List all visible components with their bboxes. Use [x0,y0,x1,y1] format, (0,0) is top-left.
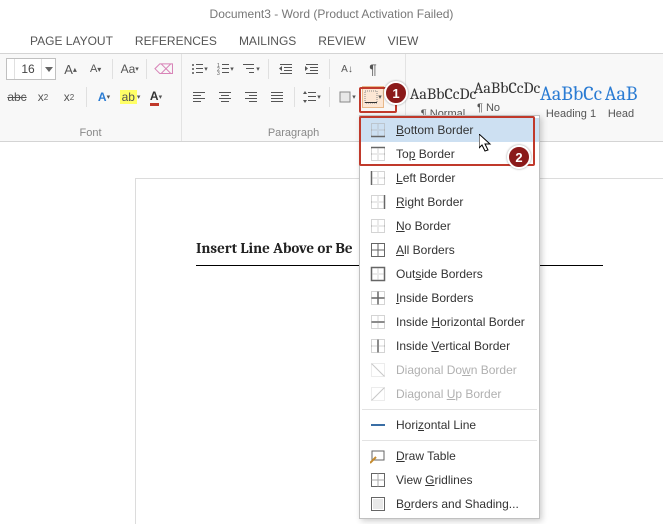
menu-item-shading[interactable]: Borders and Shading... [360,492,539,516]
style-heading-clipped[interactable]: AaB Head [604,58,638,141]
align-center-icon[interactable] [214,86,236,108]
menu-item-draw[interactable]: Draw Table [360,444,539,468]
menu-item-label: Diagonal Down Border [396,363,517,377]
sort-icon[interactable]: A↓ [336,58,358,80]
tab-mailings[interactable]: MAILINGS [239,34,296,48]
clear-formatting-icon[interactable]: ⌫ [153,58,175,80]
decrease-indent-icon[interactable] [275,58,297,80]
line-spacing-icon[interactable]: ▾ [301,86,323,108]
menu-item-gridlines[interactable]: View Gridlines [360,468,539,492]
menu-item-label: Outside Borders [396,267,483,281]
menu-item-diagdown: Diagonal Down Border [360,358,539,382]
border-inside-icon [370,290,386,306]
tab-review[interactable]: REVIEW [318,34,365,48]
align-right-icon[interactable] [240,86,262,108]
menu-item-label: Horizontal Line [396,418,476,432]
font-size-value: 16 [15,62,41,76]
align-left-icon[interactable] [188,86,210,108]
font-color-icon[interactable]: A▾ [145,86,167,108]
tab-page-layout[interactable]: PAGE LAYOUT [30,34,113,48]
menu-item-insideh[interactable]: Inside Horizontal Border [360,310,539,334]
menu-item-label: Left Border [396,171,455,185]
menu-item-label: Inside Vertical Border [396,339,510,353]
menu-item-label: Borders and Shading... [396,497,519,511]
border-top-icon [370,146,386,162]
border-inside-h-icon [370,314,386,330]
menu-item-all[interactable]: All Borders [360,238,539,262]
draw-table-icon [370,448,386,464]
ribbon-tabs: PAGE LAYOUT REFERENCES MAILINGS REVIEW V… [0,28,663,54]
gridlines-icon [370,472,386,488]
menu-item-label: View Gridlines [396,473,473,487]
title-bar: Document3 - Word (Product Activation Fai… [0,0,663,28]
menu-item-top[interactable]: Top Border [360,142,539,166]
border-bottom-icon [370,122,386,138]
menu-item-right[interactable]: Right Border [360,190,539,214]
increase-indent-icon[interactable] [301,58,323,80]
superscript-icon[interactable]: x2 [58,86,80,108]
menu-item-inside[interactable]: Inside Borders [360,286,539,310]
menu-item-diagup: Diagonal Up Border [360,382,539,406]
border-left-icon [370,170,386,186]
highlight-icon[interactable]: ab▾ [119,86,141,108]
menu-item-label: Diagonal Up Border [396,387,501,401]
menu-item-none[interactable]: No Border [360,214,539,238]
menu-item-hline[interactable]: Horizontal Line [360,413,539,437]
borders-button[interactable]: ▾ [362,86,384,108]
menu-item-label: Inside Horizontal Border [396,315,525,329]
border-diag-down-icon [370,362,386,378]
multilevel-list-icon[interactable]: ▾ [240,58,262,80]
border-diag-up-icon [370,386,386,402]
tab-view[interactable]: VIEW [388,34,419,48]
justify-icon[interactable] [266,86,288,108]
menu-separator [362,440,537,441]
border-outside-icon [370,266,386,282]
group-label-font: Font [6,125,175,139]
horizontal-line-icon [370,417,386,433]
svg-text:3: 3 [217,71,220,76]
shading-icon[interactable]: ▾ [336,86,358,108]
menu-item-insidev[interactable]: Inside Vertical Border [360,334,539,358]
grow-font-icon[interactable]: A▴ [60,58,81,80]
border-all-icon [370,242,386,258]
menu-item-label: No Border [396,219,451,233]
ribbon: 16 A▴ A▾ Aa▾ ⌫ abc x2 x2 A▾ ab▾ A▾ Font [0,54,663,142]
borders-dropdown: Bottom Border Top Border Left Border Right … [359,115,540,519]
menu-item-label: Bottom Border [396,123,473,137]
border-inside-v-icon [370,338,386,354]
bullets-icon[interactable]: ▾ [188,58,210,80]
chevron-down-icon[interactable] [41,59,55,79]
menu-item-outside[interactable]: Outside Borders [360,262,539,286]
border-none-icon [370,218,386,234]
menu-item-bottom[interactable]: Bottom Border [360,118,539,142]
text-effects-icon[interactable]: A▾ [93,86,115,108]
menu-item-label: Inside Borders [396,291,473,305]
tab-references[interactable]: REFERENCES [135,34,217,48]
menu-item-left[interactable]: Left Border [360,166,539,190]
show-marks-icon[interactable]: ¶ [362,58,384,80]
change-case-icon[interactable]: Aa▾ [119,58,140,80]
borders-shading-icon [370,496,386,512]
menu-item-label: All Borders [396,243,455,257]
style-heading1[interactable]: AaBbCc Heading 1 [540,58,602,141]
menu-item-label: Top Border [396,147,455,161]
strikethrough-icon[interactable]: abc [6,86,28,108]
menu-separator [362,409,537,410]
app-title: Document3 - Word (Product Activation Fai… [210,7,454,21]
numbering-icon[interactable]: 123▾ [214,58,236,80]
menu-item-label: Right Border [396,195,463,209]
shrink-font-icon[interactable]: A▾ [85,58,106,80]
group-font: 16 A▴ A▾ Aa▾ ⌫ abc x2 x2 A▾ ab▾ A▾ Font [0,54,182,141]
font-size-combo[interactable]: 16 [6,58,56,80]
border-right-icon [370,194,386,210]
subscript-icon[interactable]: x2 [32,86,54,108]
menu-item-label: Draw Table [396,449,456,463]
